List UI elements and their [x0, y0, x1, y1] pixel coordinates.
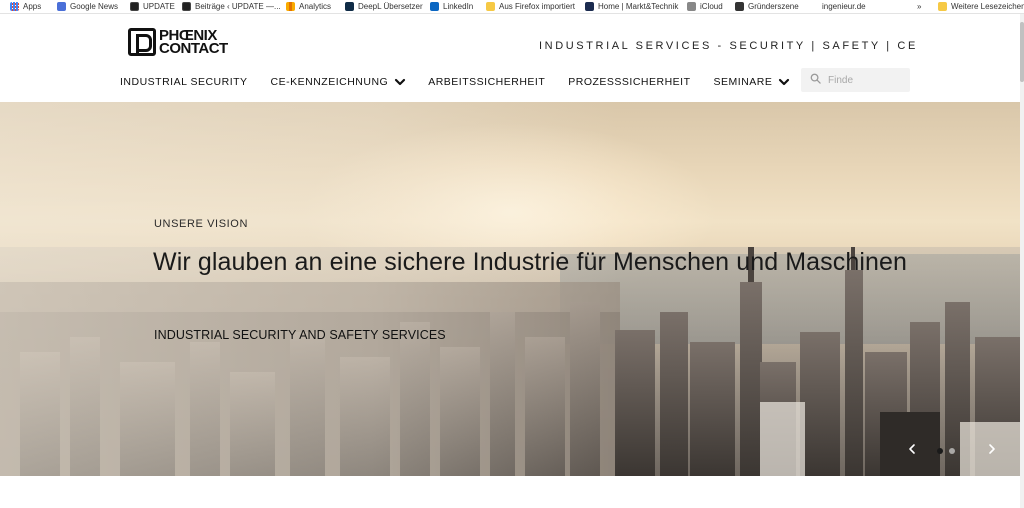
- hero-subline: INDUSTRIAL SECURITY AND SAFETY SERVICES: [154, 328, 446, 342]
- chevron-left-icon: [905, 442, 919, 456]
- gruenderszene-icon: [735, 2, 744, 11]
- content-area: [0, 476, 1020, 508]
- folder-icon: [486, 2, 495, 11]
- nav-industrial-security[interactable]: INDUSTRIAL SECURITY: [120, 76, 248, 88]
- slider-prev-button[interactable]: [905, 442, 919, 456]
- slider-dots: [937, 448, 955, 454]
- search-input[interactable]: [828, 74, 908, 86]
- bookmark-folder-firefox[interactable]: Aus Firefox importiert: [486, 0, 575, 13]
- bookmark-gruenderszene[interactable]: Gründerszene: [735, 0, 799, 13]
- bookmark-beitraege-update[interactable]: Beiträge ‹ UPDATE —...: [182, 0, 281, 13]
- bookmarks-overflow-button[interactable]: »: [917, 0, 921, 13]
- apple-icon: [687, 2, 696, 11]
- nav-ce-kennzeichnung[interactable]: CE-KENNZEICHNUNG: [271, 76, 407, 88]
- other-bookmarks-folder[interactable]: Weitere Lesezeichen: [938, 0, 1024, 13]
- bookmark-google-news[interactable]: Google News: [57, 0, 118, 13]
- bookmark-linkedin[interactable]: LinkedIn: [430, 0, 473, 13]
- analytics-icon: [286, 2, 295, 11]
- bookmark-ingenieur[interactable]: ingenieur.de: [809, 0, 866, 13]
- chevron-down-icon: [778, 76, 790, 88]
- slider-dot[interactable]: [949, 448, 955, 454]
- text-overlay-veil: [0, 102, 620, 476]
- search-box: [801, 68, 910, 92]
- bookmark-analytics[interactable]: Analytics: [286, 0, 331, 13]
- bookmark-apps[interactable]: Apps: [10, 0, 41, 13]
- slider-dot[interactable]: [937, 448, 943, 454]
- bookmark-icloud[interactable]: iCloud: [687, 0, 723, 13]
- markt-technik-icon: [585, 2, 594, 11]
- hero-eyebrow: UNSERE VISION: [154, 218, 248, 230]
- google-news-icon: [57, 2, 66, 11]
- chevron-right-icon: [985, 442, 999, 456]
- apps-icon: [10, 2, 19, 11]
- update-icon: [130, 2, 139, 11]
- chevron-down-icon: [394, 76, 406, 88]
- hero-slider: UNSERE VISION Wir glauben an eine sicher…: [0, 102, 1020, 476]
- slider-next-button[interactable]: [985, 442, 999, 456]
- ingenieur-icon: [809, 2, 818, 11]
- linkedin-icon: [430, 2, 439, 11]
- nav-prozesssicherheit[interactable]: PROZESSSICHERHEIT: [568, 76, 690, 88]
- phoenix-contact-logo[interactable]: PHŒNIX CONTACT: [128, 27, 228, 57]
- deepl-icon: [345, 2, 354, 11]
- search-icon: [810, 71, 821, 89]
- hero-headline: Wir glauben an eine sichere Industrie fü…: [153, 248, 908, 276]
- bookmark-deepl[interactable]: DeepL Übersetzer: [345, 0, 423, 13]
- nav-seminare[interactable]: SEMINARE: [714, 76, 791, 88]
- update-icon: [182, 2, 191, 11]
- page-scrollbar[interactable]: [1020, 14, 1024, 508]
- main-nav: INDUSTRIAL SECURITY CE-KENNZEICHNUNG ARB…: [120, 75, 790, 89]
- site-tagline: INDUSTRIAL SERVICES - SECURITY | SAFETY …: [539, 40, 918, 52]
- bookmarks-bar: Apps Google News UPDATE Beiträge ‹ UPDAT…: [0, 0, 1024, 14]
- bookmark-update[interactable]: UPDATE: [130, 0, 175, 13]
- bookmark-markt-technik[interactable]: Home | Markt&Technik: [585, 0, 678, 13]
- scrollbar-thumb[interactable]: [1020, 22, 1024, 82]
- site-header: PHŒNIX CONTACT INDUSTRIAL SERVICES - SEC…: [0, 14, 1020, 101]
- logo-mark-icon: [128, 28, 156, 56]
- nav-arbeitssicherheit[interactable]: ARBEITSSICHERHEIT: [428, 76, 545, 88]
- folder-icon: [938, 2, 947, 11]
